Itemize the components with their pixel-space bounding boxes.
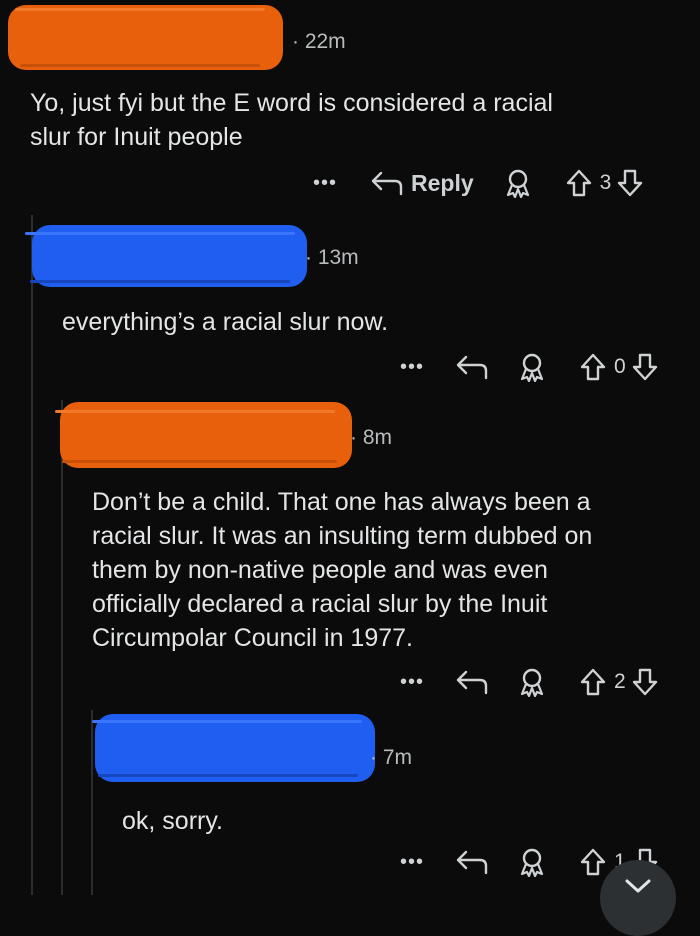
- reply-button[interactable]: [456, 354, 488, 380]
- award-icon: [518, 667, 546, 697]
- award-button[interactable]: [518, 847, 546, 877]
- reply-arrow-icon: [456, 849, 488, 875]
- comment-timestamp: · 7m: [370, 746, 413, 769]
- upvote-arrow-icon: [580, 668, 606, 696]
- comment-timestamp: · 8m: [350, 426, 393, 449]
- downvote-arrow-icon: [632, 353, 658, 381]
- comment-actions: ••• 2: [392, 662, 658, 702]
- award-button[interactable]: [504, 168, 532, 198]
- vote-count: 2: [614, 670, 626, 693]
- vote-count: 0: [614, 355, 626, 378]
- award-icon: [518, 352, 546, 382]
- thread-line: [91, 710, 93, 895]
- redacted-username: [8, 5, 283, 70]
- comment-body: Yo, just fyi but the E word is considere…: [30, 89, 553, 151]
- downvote-button[interactable]: [617, 169, 643, 197]
- comment-timestamp: · 22m: [292, 30, 346, 53]
- more-options-button[interactable]: •••: [392, 356, 432, 379]
- upvote-button[interactable]: [580, 848, 606, 876]
- upvote-button[interactable]: [580, 668, 606, 696]
- reply-arrow-icon: [371, 170, 403, 196]
- award-button[interactable]: [518, 352, 546, 382]
- thread-line: [31, 215, 33, 895]
- comment-body: ok, sorry.: [122, 807, 223, 835]
- comment-actions: ••• 0: [392, 347, 658, 387]
- reply-button[interactable]: Reply: [371, 170, 474, 197]
- reply-arrow-icon: [456, 669, 488, 695]
- reply-button[interactable]: [456, 849, 488, 875]
- award-button[interactable]: [518, 667, 546, 697]
- reply-arrow-icon: [456, 354, 488, 380]
- award-icon: [518, 847, 546, 877]
- reply-button[interactable]: [456, 669, 488, 695]
- upvote-button[interactable]: [566, 169, 592, 197]
- comment-actions: ••• Reply 3: [305, 163, 643, 203]
- downvote-button[interactable]: [632, 668, 658, 696]
- comment-body: Don’t be a child. That one has always be…: [92, 488, 593, 652]
- downvote-arrow-icon: [617, 169, 643, 197]
- redacted-username: [95, 714, 375, 782]
- comment-timestamp: · 13m: [305, 246, 359, 269]
- upvote-arrow-icon: [580, 353, 606, 381]
- more-options-button[interactable]: •••: [392, 671, 432, 694]
- upvote-arrow-icon: [566, 169, 592, 197]
- downvote-arrow-icon: [632, 668, 658, 696]
- scroll-down-button[interactable]: [600, 860, 676, 936]
- upvote-button[interactable]: [580, 353, 606, 381]
- vote-count: 3: [599, 171, 612, 194]
- comment-body: everything’s a racial slur now.: [62, 308, 389, 336]
- more-options-button[interactable]: •••: [305, 172, 345, 195]
- award-icon: [504, 168, 532, 198]
- upvote-arrow-icon: [580, 848, 606, 876]
- thread-line: [61, 400, 63, 895]
- more-options-button[interactable]: •••: [392, 851, 432, 874]
- downvote-button[interactable]: [632, 353, 658, 381]
